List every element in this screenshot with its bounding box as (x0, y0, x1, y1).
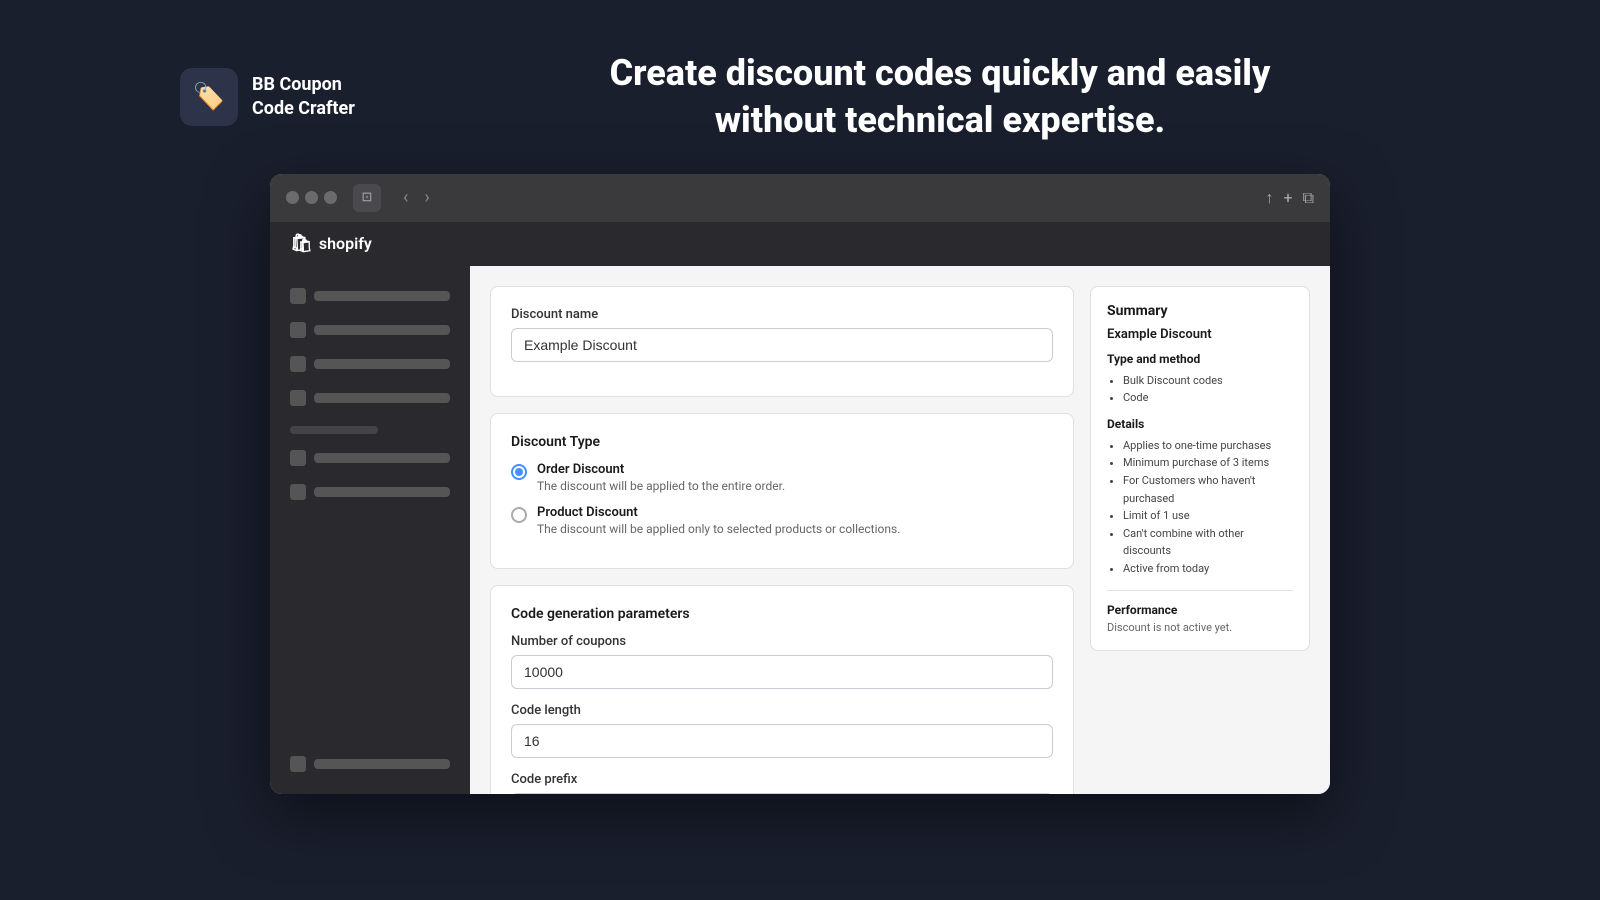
sidebar-icon-3 (290, 356, 306, 372)
app-logo-text: BB Coupon Code Crafter (252, 73, 355, 120)
layout-button[interactable]: ⊡ (353, 184, 381, 212)
sidebar-icon-bottom (290, 756, 306, 772)
discount-type-card: Discount Type Order Discount The discoun… (490, 413, 1074, 569)
sidebar (270, 266, 470, 794)
product-discount-radio[interactable] (511, 507, 527, 523)
sidebar-label-1 (314, 291, 450, 301)
sidebar-bottom (282, 750, 458, 778)
main-content: Discount name Discount Type Order Discou… (470, 266, 1330, 794)
discount-name-input[interactable] (511, 328, 1053, 362)
summary-detail-2: Minimum purchase of 3 items (1123, 454, 1293, 472)
new-tab-icon[interactable]: + (1283, 188, 1292, 207)
sidebar-icon-1 (290, 288, 306, 304)
order-discount-label: Order Discount (537, 462, 785, 477)
sidebar-label-3 (314, 359, 450, 369)
summary-type-method-title: Type and method (1107, 352, 1293, 366)
code-prefix-group: Code prefix (511, 772, 1053, 794)
dot-red (286, 191, 299, 204)
browser-window: ⊡ ‹ › ↑ + ⧉ 🛍 shopify (270, 174, 1330, 794)
browser-toolbar: ⊡ ‹ › ↑ + ⧉ (270, 174, 1330, 222)
performance-text: Discount is not active yet. (1107, 621, 1293, 634)
sidebar-item-6[interactable] (282, 478, 458, 506)
sidebar-icon-4 (290, 390, 306, 406)
summary-detail-5: Can't combine with other discounts (1123, 525, 1293, 560)
order-discount-option[interactable]: Order Discount The discount will be appl… (511, 462, 1053, 493)
shopify-logo: 🛍 shopify (290, 233, 372, 254)
sidebar-label-2 (314, 325, 450, 335)
summary-type-item-2: Code (1123, 389, 1293, 407)
code-length-label: Code length (511, 703, 1053, 718)
logo-block: 🏷️ BB Coupon Code Crafter (180, 68, 400, 126)
product-discount-desc: The discount will be applied only to sel… (537, 522, 900, 536)
num-coupons-label: Number of coupons (511, 634, 1053, 649)
sidebar-item-4[interactable] (282, 384, 458, 412)
discount-type-title: Discount Type (511, 434, 1053, 450)
sidebar-item-2[interactable] (282, 316, 458, 344)
order-discount-text: Order Discount The discount will be appl… (537, 462, 785, 493)
sidebar-label-bottom (314, 759, 450, 769)
app-logo-icon: 🏷️ (180, 68, 238, 126)
shopify-bar: 🛍 shopify (270, 222, 1330, 266)
product-discount-option[interactable]: Product Discount The discount will be ap… (511, 505, 1053, 536)
form-section: Discount name Discount Type Order Discou… (490, 286, 1074, 774)
summary-details-list: Applies to one-time purchases Minimum pu… (1107, 437, 1293, 578)
sidebar-item-3[interactable] (282, 350, 458, 378)
forward-button[interactable]: › (418, 185, 435, 210)
code-gen-card: Code generation parameters Number of cou… (490, 585, 1074, 794)
summary-type-list: Bulk Discount codes Code (1107, 372, 1293, 407)
dot-green (324, 191, 337, 204)
summary-discount-name: Example Discount (1107, 327, 1293, 342)
sidebar-group-label-1 (290, 426, 378, 434)
summary-title: Summary (1107, 303, 1293, 319)
shopify-brand: shopify (319, 234, 372, 253)
radio-inner-selected (515, 468, 523, 476)
content-area: Discount name Discount Type Order Discou… (270, 266, 1330, 794)
back-button[interactable]: ‹ (397, 185, 414, 210)
code-length-input[interactable] (511, 724, 1053, 758)
discount-name-card: Discount name (490, 286, 1074, 397)
code-gen-title: Code generation parameters (511, 606, 1053, 622)
summary-detail-3: For Customers who haven't purchased (1123, 472, 1293, 507)
share-icon[interactable]: ↑ (1265, 188, 1273, 208)
summary-details-title: Details (1107, 417, 1293, 431)
code-prefix-input[interactable] (511, 793, 1053, 794)
summary-detail-4: Limit of 1 use (1123, 507, 1293, 525)
shopify-icon: 🛍 (290, 233, 313, 254)
sidebar-label-4 (314, 393, 450, 403)
browser-dots (286, 191, 337, 204)
product-discount-label: Product Discount (537, 505, 900, 520)
sidebar-label-6 (314, 487, 450, 497)
num-coupons-input[interactable] (511, 655, 1053, 689)
sidebar-icon-2 (290, 322, 306, 338)
code-length-group: Code length (511, 703, 1053, 758)
num-coupons-group: Number of coupons (511, 634, 1053, 689)
dot-yellow (305, 191, 318, 204)
order-discount-desc: The discount will be applied to the enti… (537, 479, 785, 493)
sidebar-item-5[interactable] (282, 444, 458, 472)
sidebar-icon-6 (290, 484, 306, 500)
summary-card: Summary Example Discount Type and method… (1090, 286, 1310, 651)
browser-nav: ‹ › (397, 185, 436, 210)
toolbar-right: ↑ + ⧉ (1265, 188, 1314, 208)
sidebar-icon-5 (290, 450, 306, 466)
top-section: 🏷️ BB Coupon Code Crafter Create discoun… (0, 0, 1600, 174)
performance-section: Performance Discount is not active yet. (1107, 590, 1293, 634)
code-prefix-label: Code prefix (511, 772, 1053, 787)
hero-heading: Create discount codes quickly and easily… (460, 50, 1420, 144)
discount-name-group: Discount name (511, 307, 1053, 362)
discount-name-label: Discount name (511, 307, 1053, 322)
summary-detail-1: Applies to one-time purchases (1123, 437, 1293, 455)
sidebar-item-1[interactable] (282, 282, 458, 310)
summary-type-item-1: Bulk Discount codes (1123, 372, 1293, 390)
performance-title: Performance (1107, 603, 1293, 617)
product-discount-text: Product Discount The discount will be ap… (537, 505, 900, 536)
summary-detail-6: Active from today (1123, 560, 1293, 578)
sidebar-item-bottom[interactable] (282, 750, 458, 778)
order-discount-radio[interactable] (511, 464, 527, 480)
sidebar-label-5 (314, 453, 450, 463)
copy-icon[interactable]: ⧉ (1303, 188, 1314, 208)
